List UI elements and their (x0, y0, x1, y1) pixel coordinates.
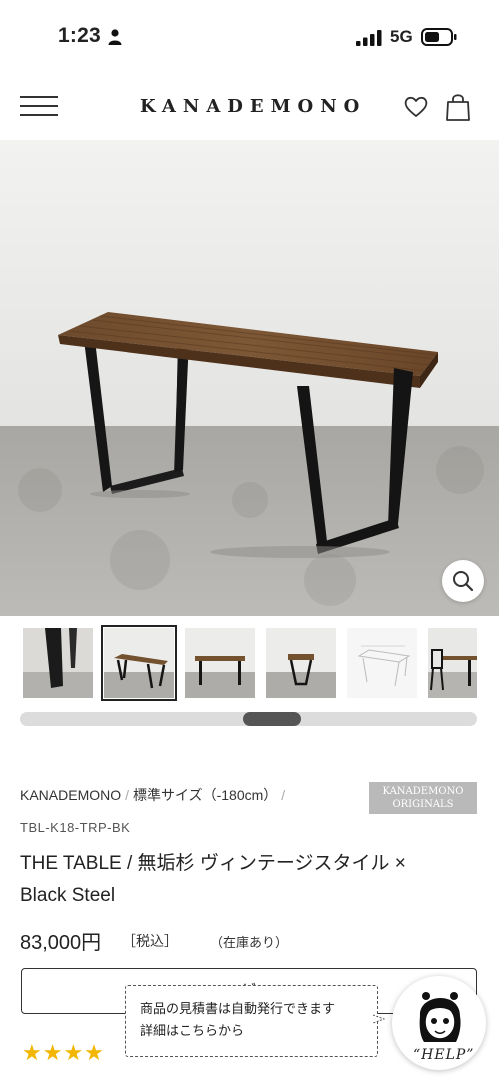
badge-line-2: ORIGINALS (392, 799, 454, 810)
network-label: 5G (390, 27, 413, 46)
gallery-scroll-thumb[interactable] (243, 712, 301, 726)
breadcrumb-category[interactable]: 標準サイズ（-180cm） (133, 787, 277, 803)
help-label: “HELP” (413, 1047, 475, 1063)
thumbnail-image (23, 628, 93, 698)
menu-button[interactable] (20, 96, 60, 118)
product-price: 83,000円 (20, 932, 102, 954)
gallery-thumbnail[interactable] (23, 628, 93, 698)
tooltip-arrow-icon (373, 1014, 385, 1024)
bag-icon[interactable] (444, 92, 472, 122)
breadcrumb-separator: / (281, 787, 286, 803)
thumbnail-image (347, 628, 417, 698)
breadcrumb-brand[interactable]: KANADEMONO (20, 787, 121, 803)
rating-stars: ★★★★ (22, 1040, 105, 1065)
product-title-line-1: THE TABLE / 無垢杉 ヴィンテージスタイル × (20, 853, 406, 874)
thumbnail-image (104, 628, 174, 698)
gallery-thumbnail-selected[interactable] (101, 625, 177, 701)
product-main-image[interactable] (0, 140, 499, 616)
menu-icon-line (20, 114, 58, 116)
breadcrumb: KANADEMONO / 標準サイズ（-180cm） / (20, 785, 289, 805)
badge-line-1: KANADEMONO (382, 786, 464, 797)
estimate-tooltip[interactable]: 商品の見積書は自動発行できます 詳細はこちらから (125, 985, 378, 1057)
zoom-button[interactable] (442, 560, 484, 602)
gallery-thumbnail[interactable] (347, 628, 417, 698)
heart-icon[interactable] (403, 94, 429, 120)
site-logo[interactable]: KANADEMONO (140, 96, 366, 117)
tooltip-line-2: 詳細はこちらから (140, 1023, 245, 1038)
product-title: THE TABLE / 無垢杉 ヴィンテージスタイル × Black Steel (20, 848, 480, 912)
thumbnail-image (266, 628, 336, 698)
menu-icon-line (20, 105, 58, 107)
table-photo (0, 140, 499, 616)
battery-icon (421, 28, 457, 46)
stock-status: （在庫あり） (210, 935, 289, 950)
tooltip-line-1: 商品の見積書は自動発行できます (140, 1001, 336, 1016)
breadcrumb-separator: / (125, 787, 130, 803)
signal-icon (356, 30, 382, 46)
gallery-thumbnail[interactable] (185, 628, 255, 698)
person-icon (108, 29, 122, 45)
gallery-thumbnail[interactable] (266, 628, 336, 698)
product-sku: TBL-K18-TRP-BK (20, 820, 131, 835)
status-time: 1:23 (58, 24, 101, 47)
search-icon (453, 571, 474, 592)
tax-label: ［税込］ (122, 933, 178, 949)
thumbnail-image (428, 628, 477, 698)
originals-badge: KANADEMONO ORIGINALS (369, 782, 477, 814)
gallery-thumbnail[interactable] (428, 628, 477, 698)
thumbnail-image (185, 628, 255, 698)
menu-icon-line (20, 96, 58, 98)
product-title-line-2: Black Steel (20, 885, 116, 906)
